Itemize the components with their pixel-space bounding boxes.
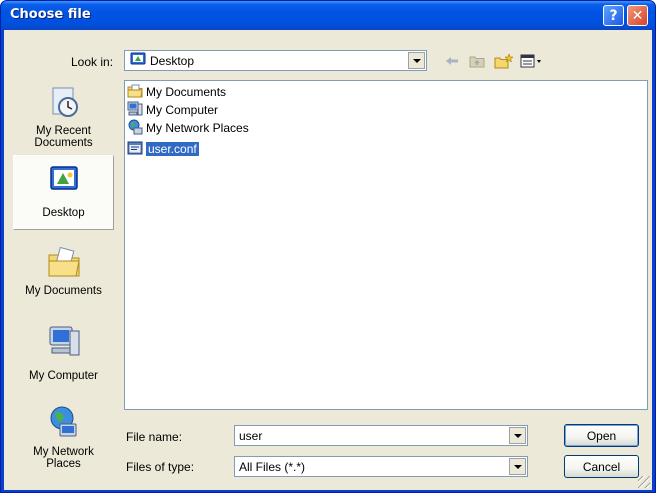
file-name: My Computer bbox=[146, 103, 219, 117]
files-of-type-dropdown-arrow[interactable] bbox=[509, 458, 526, 475]
place-desktop[interactable]: Desktop bbox=[13, 155, 114, 230]
cancel-button[interactable]: Cancel bbox=[564, 455, 639, 478]
network-places-icon bbox=[46, 404, 82, 443]
recent-documents-icon bbox=[47, 85, 81, 122]
place-my-computer[interactable]: My Computer bbox=[13, 320, 114, 395]
file-name: My Documents bbox=[146, 85, 227, 99]
place-label: My Recent Documents bbox=[34, 125, 93, 149]
desktop-icon bbox=[130, 51, 146, 70]
file-name-label: File name: bbox=[126, 430, 183, 444]
dialog-body: Look in: Desktop My Recent Documents Des… bbox=[4, 30, 652, 490]
my-documents-icon bbox=[46, 245, 82, 282]
up-folder-icon[interactable] bbox=[468, 52, 486, 70]
help-button[interactable]: ? bbox=[603, 5, 624, 26]
network-places-icon bbox=[127, 119, 143, 138]
file-list[interactable]: My Documents My Computer My Network Plac… bbox=[124, 80, 648, 410]
window-title: Choose file bbox=[10, 7, 91, 22]
files-of-type-select[interactable]: All Files (*.*) bbox=[234, 456, 528, 477]
file-name: user.conf bbox=[146, 142, 199, 156]
file-name: My Network Places bbox=[146, 121, 249, 135]
file-name-value: user bbox=[239, 428, 263, 443]
look-in-value: Desktop bbox=[150, 53, 195, 68]
choose-file-dialog: Choose file ? ✕ Look in: Desktop My Rece… bbox=[0, 0, 656, 493]
close-button[interactable]: ✕ bbox=[627, 5, 648, 26]
file-name-input[interactable]: user bbox=[234, 425, 528, 446]
my-computer-icon bbox=[46, 323, 82, 362]
look-in-dropdown-arrow[interactable] bbox=[408, 52, 425, 69]
files-of-type-value: All Files (*.*) bbox=[239, 459, 306, 474]
my-documents-icon bbox=[127, 83, 143, 102]
place-label: My Documents bbox=[25, 285, 102, 297]
place-my-recent-documents[interactable]: My Recent Documents bbox=[13, 80, 114, 155]
open-button[interactable]: Open bbox=[564, 424, 639, 447]
look-in-dropdown[interactable]: Desktop bbox=[124, 50, 427, 71]
list-item[interactable]: My Network Places bbox=[127, 119, 251, 137]
places-bar: My Recent Documents Desktop My Documents… bbox=[13, 80, 114, 485]
title-bar[interactable]: Choose file ? ✕ bbox=[1, 1, 655, 30]
look-in-label: Look in: bbox=[71, 55, 114, 69]
place-label: Desktop bbox=[42, 207, 85, 219]
place-label: My Computer bbox=[28, 370, 99, 382]
resize-grip[interactable] bbox=[638, 476, 650, 488]
file-name-dropdown-arrow[interactable] bbox=[509, 427, 526, 444]
list-item[interactable]: user.conf bbox=[127, 140, 199, 158]
files-of-type-label: Files of type: bbox=[126, 460, 195, 474]
back-arrow-icon[interactable] bbox=[444, 52, 460, 70]
list-item[interactable]: My Computer bbox=[127, 101, 220, 119]
new-folder-icon[interactable] bbox=[494, 52, 514, 70]
conf-file-icon bbox=[127, 140, 143, 159]
list-item[interactable]: My Documents bbox=[127, 83, 228, 101]
place-label: My Network Places bbox=[33, 446, 94, 470]
desktop-icon bbox=[48, 163, 80, 198]
place-my-network-places[interactable]: My Network Places bbox=[13, 400, 114, 475]
view-menu-icon[interactable] bbox=[520, 52, 544, 70]
my-computer-icon bbox=[127, 101, 143, 120]
place-my-documents[interactable]: My Documents bbox=[13, 240, 114, 315]
